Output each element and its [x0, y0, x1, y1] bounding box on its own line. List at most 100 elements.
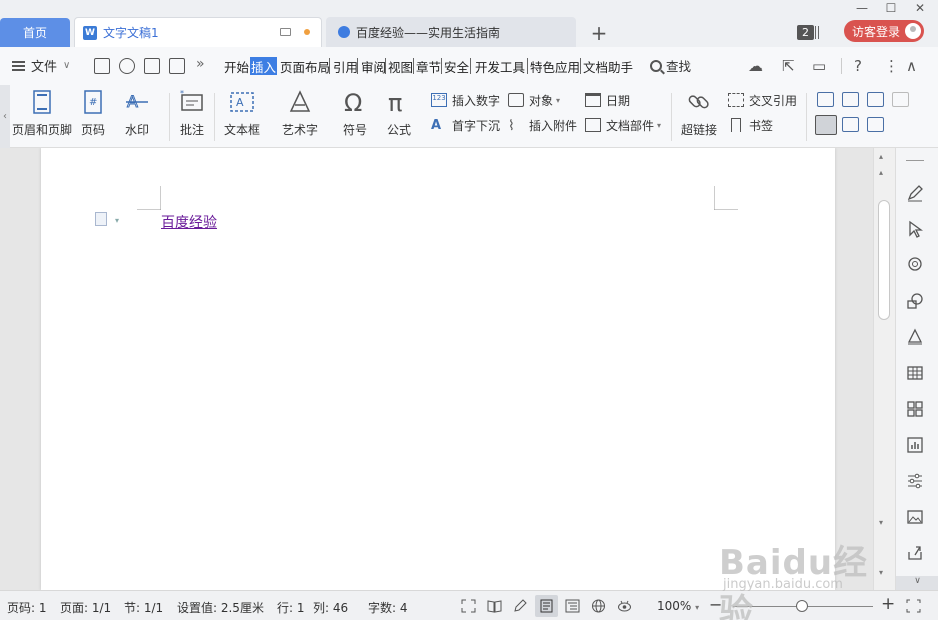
- tab-page-layout[interactable]: 页面布局: [279, 57, 331, 75]
- pen-icon[interactable]: [906, 184, 924, 202]
- wordart-button[interactable]: 艺术字: [282, 89, 318, 138]
- outline-view-icon[interactable]: [565, 599, 580, 613]
- formula-button[interactable]: π 公式: [386, 89, 412, 138]
- ribbon-scroll-left-icon[interactable]: ‹: [0, 85, 10, 148]
- tab-web[interactable]: 百度经验——实用生活指南: [326, 17, 576, 47]
- table-icon[interactable]: [906, 364, 924, 382]
- minimize-icon[interactable]: —: [851, 0, 873, 16]
- apps-grid-icon[interactable]: [906, 400, 924, 418]
- form-list-icon[interactable]: [867, 92, 884, 107]
- chart-icon[interactable]: [906, 436, 924, 454]
- form-textbox-icon[interactable]: [817, 92, 834, 107]
- tab-review[interactable]: 审阅: [360, 57, 387, 75]
- collapse-ribbon-icon[interactable]: ∧: [906, 57, 917, 75]
- save-icon[interactable]: [94, 58, 110, 74]
- attachment-button[interactable]: ⌇ 插入附件: [508, 116, 577, 134]
- web-view-icon[interactable]: [591, 599, 606, 613]
- tab-developer[interactable]: 开发工具: [474, 57, 526, 75]
- scroll-up-icon[interactable]: ▴: [879, 168, 883, 177]
- window-list-icon[interactable]: [815, 26, 819, 39]
- doc-parts-button[interactable]: 文档部件 ▾: [585, 116, 661, 134]
- tab-view[interactable]: 视图: [387, 57, 414, 75]
- zoom-in-button[interactable]: +: [881, 594, 895, 614]
- form-reset-icon[interactable]: [842, 117, 859, 132]
- status-page-number[interactable]: 页码: 1: [7, 599, 47, 616]
- scroll-top-icon[interactable]: ▴: [879, 152, 883, 161]
- page-view-button[interactable]: [535, 595, 558, 617]
- status-setting-value[interactable]: 设置值: 2.5厘米: [177, 599, 264, 616]
- zoom-out-button[interactable]: −: [709, 595, 722, 614]
- guest-login-button[interactable]: 访客登录: [844, 20, 924, 42]
- zoom-slider-knob[interactable]: [796, 600, 808, 612]
- scroll-bottom-icon[interactable]: ▾: [879, 568, 883, 577]
- tab-start[interactable]: 开始: [223, 57, 250, 75]
- tab-references[interactable]: 引用: [332, 57, 359, 75]
- search-button[interactable]: 查找: [650, 56, 691, 75]
- cross-reference-button[interactable]: 交叉引用: [728, 91, 797, 109]
- textbox-button[interactable]: A 文本框: [224, 89, 260, 138]
- fullscreen-icon[interactable]: [461, 599, 476, 613]
- form-checkbox-icon[interactable]: [842, 92, 859, 107]
- export-icon[interactable]: [906, 544, 924, 562]
- insert-number-button[interactable]: 123 插入数字: [431, 91, 500, 109]
- tab-insert[interactable]: 插入: [250, 57, 278, 75]
- status-column[interactable]: 列: 46: [313, 599, 348, 616]
- cloud-sync-icon[interactable]: ☁: [748, 57, 763, 75]
- edit-pen-icon[interactable]: [513, 599, 528, 613]
- status-pages[interactable]: 页面: 1/1: [60, 599, 111, 616]
- status-word-count[interactable]: 字数: 4: [368, 599, 408, 616]
- file-menu[interactable]: 文件 ∨: [12, 56, 70, 75]
- tab-doc-assistant[interactable]: 文档助手: [582, 57, 634, 75]
- zoom-level[interactable]: 100% ▾: [657, 599, 699, 613]
- date-button[interactable]: 日期: [585, 91, 630, 109]
- tab-home[interactable]: 首页: [0, 18, 70, 47]
- form-field-shading-icon[interactable]: [815, 115, 837, 135]
- paragraph-handle-icon[interactable]: [95, 212, 107, 226]
- tab-security[interactable]: 安全: [443, 57, 470, 75]
- more-options-icon[interactable]: ⋮: [884, 57, 899, 75]
- share-icon[interactable]: ⇱: [782, 57, 795, 75]
- hyperlink-button[interactable]: 超链接: [681, 89, 717, 138]
- object-button[interactable]: 对象 ▾: [508, 91, 560, 109]
- vertical-scrollbar[interactable]: ▴ ▴ ▾ ▾: [873, 148, 895, 590]
- reading-mode-icon[interactable]: [487, 599, 502, 613]
- form-design-icon[interactable]: [867, 117, 884, 132]
- undo-icon[interactable]: [119, 58, 135, 74]
- document-page[interactable]: ▾ 百度经验: [41, 148, 835, 590]
- close-icon[interactable]: ✕: [909, 0, 931, 16]
- status-row[interactable]: 行: 1: [277, 599, 305, 616]
- style-icon[interactable]: [906, 328, 924, 346]
- watermark-button[interactable]: A 水印: [124, 89, 150, 138]
- print-icon[interactable]: [144, 58, 160, 74]
- help-icon[interactable]: ?: [854, 57, 862, 75]
- scrollbar-thumb[interactable]: [878, 200, 890, 320]
- print-preview-icon[interactable]: [169, 58, 185, 74]
- header-footer-button[interactable]: 页眉和页脚: [12, 89, 72, 138]
- comment-button[interactable]: * 批注: [179, 89, 205, 138]
- settings-sliders-icon[interactable]: [906, 472, 924, 490]
- new-tab-button[interactable]: +: [588, 21, 610, 45]
- chevron-down-icon[interactable]: ▾: [115, 216, 119, 225]
- status-section[interactable]: 节: 1/1: [124, 599, 163, 616]
- eye-protection-icon[interactable]: [617, 599, 632, 613]
- tools-icon[interactable]: ▭: [812, 57, 826, 75]
- form-picture-icon[interactable]: [892, 92, 909, 107]
- symbol-button[interactable]: Ω 符号: [342, 89, 368, 138]
- page-number-button[interactable]: # 页码: [80, 89, 106, 138]
- more-chevron-icon[interactable]: »: [196, 56, 205, 72]
- tab-document[interactable]: W 文字文稿1: [74, 17, 322, 47]
- pane-collapse-chevron-icon[interactable]: ∨: [896, 576, 938, 590]
- document-hyperlink-text[interactable]: 百度经验: [161, 212, 217, 232]
- drop-cap-button[interactable]: A 首字下沉: [431, 116, 500, 134]
- monitor-icon[interactable]: [280, 28, 291, 36]
- document-canvas[interactable]: ▾ 百度经验: [0, 148, 873, 590]
- window-count-badge[interactable]: 2: [797, 25, 814, 40]
- cursor-select-icon[interactable]: [906, 220, 924, 238]
- image-icon[interactable]: [906, 508, 924, 526]
- tab-special-apps[interactable]: 特色应用: [529, 57, 581, 75]
- maximize-icon[interactable]: ☐: [880, 0, 902, 16]
- badge-icon[interactable]: [906, 256, 924, 274]
- fit-window-icon[interactable]: [906, 599, 921, 613]
- shapes-icon[interactable]: [906, 292, 924, 310]
- scroll-down-icon[interactable]: ▾: [879, 518, 883, 527]
